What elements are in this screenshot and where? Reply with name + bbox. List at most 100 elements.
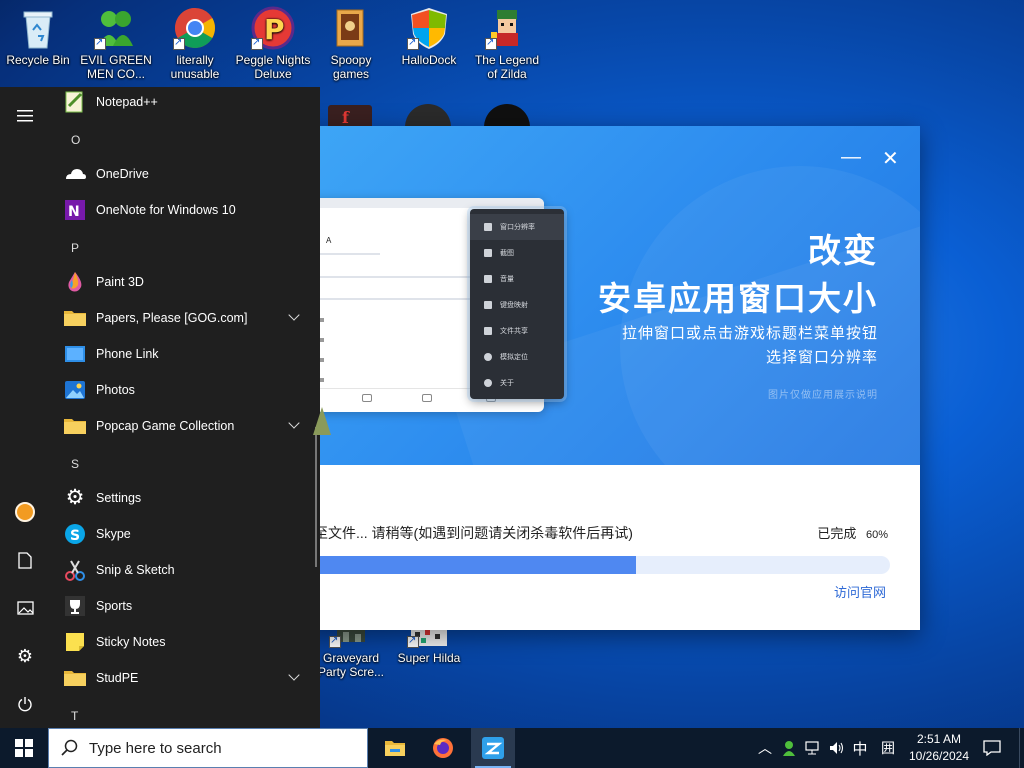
mock-menu-item: 文件共享 — [470, 318, 564, 344]
power-button[interactable] — [0, 682, 50, 726]
taskbar-clock[interactable]: 2:51 AM 10/26/2024 — [904, 731, 974, 765]
volume-icon — [484, 275, 492, 283]
network-button[interactable] — [802, 728, 824, 768]
keyboard-layout-button[interactable]: 囲 — [877, 728, 899, 768]
visit-website-link[interactable]: 访问官网 — [834, 582, 886, 601]
show-desktop-button[interactable] — [1019, 728, 1024, 768]
chevron-down-icon — [288, 309, 300, 321]
hamburger-menu-button[interactable] — [0, 94, 50, 138]
minimize-button[interactable]: — — [841, 146, 861, 169]
desktop-icon-literally-unusable[interactable]: literally unusable — [157, 0, 233, 81]
app-notepadpp[interactable]: Notepad++ — [50, 87, 312, 120]
taskbar-firefox[interactable] — [421, 728, 465, 768]
peggle-icon: P — [251, 6, 295, 50]
install-progress-readout: 已完成 60% — [817, 523, 888, 542]
app-settings[interactable]: ⚙ Settings — [50, 480, 312, 516]
desktop-icon-hallodock[interactable]: HalloDock — [391, 0, 467, 67]
snip-icon — [63, 558, 87, 582]
zilda-character-icon — [485, 6, 529, 50]
desktop-icon-label: Super Hilda — [397, 651, 461, 665]
action-center-button[interactable] — [978, 728, 1006, 768]
volume-button[interactable] — [826, 728, 848, 768]
folder-icon — [63, 414, 87, 438]
desktop-icon-label: Graveyard Party Scre... — [317, 651, 385, 679]
app-snip-sketch[interactable]: Snip & Sketch — [50, 552, 312, 588]
taskbar-search-box[interactable] — [48, 728, 368, 768]
app-sticky-notes[interactable]: Sticky Notes — [50, 624, 312, 660]
ime-mode-button[interactable]: 中 — [849, 728, 871, 768]
recycle-bin-icon — [16, 6, 60, 50]
app-photos[interactable]: Photos — [50, 372, 312, 408]
app-skype[interactable]: S Skype — [50, 516, 312, 552]
shortcut-arrow-icon — [173, 36, 185, 50]
install-status-text: 至文件... 请稍等(如遇到问题请关闭杀毒软件后再试) — [314, 525, 633, 541]
taskbar-installer-app[interactable] — [471, 728, 515, 768]
progress-percent: 60% — [865, 529, 888, 541]
hero-title-line1: 改变 — [808, 232, 878, 269]
hamburger-icon — [17, 110, 33, 122]
letter-header-t[interactable]: T — [71, 709, 78, 723]
folder-studpe[interactable]: StudPE — [50, 660, 312, 696]
app-list-scrollbar[interactable] — [315, 427, 317, 567]
mock-menu-item: 截图 — [470, 240, 564, 266]
mock-menu-item: 模拟定位 — [470, 344, 564, 370]
hero-note: 图片仅做应用展示说明 — [768, 390, 878, 401]
desktop-icon-recycle-bin[interactable]: Recycle Bin — [0, 0, 76, 67]
start-button[interactable] — [0, 728, 48, 768]
pictures-button[interactable] — [0, 586, 50, 630]
folder-popcap[interactable]: Popcap Game Collection — [50, 408, 312, 444]
app-phone-link[interactable]: Phone Link — [50, 336, 312, 372]
mock-menu-item: 音量 — [470, 266, 564, 292]
green-man-tray-icon — [783, 741, 795, 756]
flash-icon: f — [342, 108, 349, 127]
installer-app-icon — [482, 737, 504, 759]
documents-button[interactable] — [0, 538, 50, 582]
skype-icon: S — [63, 522, 87, 546]
close-button[interactable]: ✕ — [882, 146, 899, 171]
network-icon — [805, 741, 819, 755]
cursor-drag-icon — [313, 407, 331, 435]
desktop-icon-legend-of-zilda[interactable]: The Legend of Zilda — [469, 0, 545, 81]
hero-subtitle-line2: 选择窗口分辨率 — [765, 349, 878, 366]
shield-icon — [407, 6, 451, 50]
app-paint-3d[interactable]: Paint 3D — [50, 264, 312, 300]
power-icon — [18, 697, 32, 712]
desktop-icon-label: Peggle Nights Deluxe — [235, 53, 311, 81]
taskbar-file-explorer[interactable] — [373, 728, 417, 768]
info-icon — [484, 379, 492, 387]
letter-header-p[interactable]: P — [71, 241, 79, 255]
settings-button[interactable]: ⚙ — [0, 634, 50, 678]
installer-hero-banner: — ✕ A 窗口分辨率 截图 音量 键盘映射 文件共享 模拟定位 关于 改变 安… — [300, 126, 920, 465]
desktop-icon-spoopy-games[interactable]: Spoopy games — [313, 0, 389, 81]
desktop-icon-evil-green-men[interactable]: EVIL GREEN MEN CO... — [78, 0, 154, 81]
user-avatar-icon — [15, 502, 35, 522]
svg-text:N: N — [68, 204, 80, 220]
app-sports[interactable]: Sports — [50, 588, 312, 624]
user-account-button[interactable] — [0, 490, 50, 534]
volume-icon — [830, 742, 844, 754]
letter-header-o[interactable]: O — [71, 133, 80, 147]
pictures-icon — [16, 601, 34, 615]
app-onedrive[interactable]: OneDrive — [50, 156, 312, 192]
show-hidden-icons-button[interactable]: ︿ — [756, 728, 774, 768]
chevron-down-icon — [288, 669, 300, 681]
desktop-icon-label: literally unusable — [170, 53, 220, 81]
start-menu-rail: ⚙ — [0, 87, 50, 728]
desktop-icon-flash-partial[interactable]: f — [328, 105, 372, 127]
paint3d-icon — [63, 270, 87, 294]
shortcut-arrow-icon — [94, 36, 106, 50]
search-input[interactable] — [89, 739, 359, 757]
letter-header-s[interactable]: S — [71, 457, 79, 471]
gear-icon: ⚙ — [65, 486, 85, 509]
mock-menu-item: 关于 — [470, 370, 564, 396]
desktop-icon-peggle-nights[interactable]: P Peggle Nights Deluxe — [235, 0, 311, 81]
start-menu: ⚙ Notepad++ O OneDrive N OneNote for Win… — [0, 87, 320, 728]
app-onenote[interactable]: N OneNote for Windows 10 — [50, 192, 312, 228]
tray-app-button[interactable] — [778, 728, 800, 768]
folder-icon — [63, 306, 87, 330]
windows-logo-icon — [15, 739, 33, 757]
folder-papers-please[interactable]: Papers, Please [GOG.com] — [50, 300, 312, 336]
mock-menu-item: 键盘映射 — [470, 292, 564, 318]
shortcut-arrow-icon — [485, 36, 497, 50]
sticky-notes-icon — [63, 630, 87, 654]
